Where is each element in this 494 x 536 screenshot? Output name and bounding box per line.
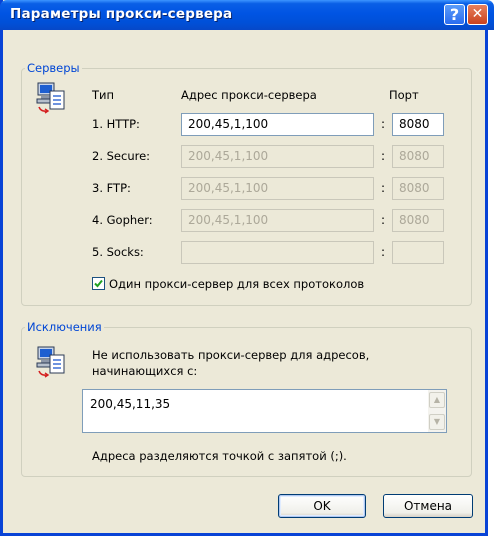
gopher-separator: : — [381, 213, 386, 227]
servers-legend: Серверы — [25, 61, 82, 75]
help-icon: ? — [449, 5, 460, 24]
checkmark-icon — [94, 279, 103, 288]
exceptions-hint: Адреса разделяются точкой с запятой (;). — [92, 449, 347, 463]
computer-network-icon — [36, 346, 65, 378]
column-header-type: Тип — [92, 88, 115, 102]
exceptions-value: 200,45,11,35 — [90, 397, 171, 411]
same-proxy-checkbox[interactable] — [92, 277, 105, 290]
close-icon: ✕ — [471, 6, 484, 22]
secure-label: 2. Secure: — [92, 149, 151, 163]
http-label: 1. HTTP: — [92, 117, 140, 131]
column-header-port: Порт — [389, 88, 419, 102]
scroll-down-icon[interactable]: ▼ — [429, 414, 445, 430]
secure-separator: : — [381, 149, 386, 163]
gopher-address-input[interactable]: 200,45,1,100 — [181, 209, 374, 232]
secure-address-input[interactable]: 200,45,1,100 — [181, 145, 374, 168]
http-separator: : — [381, 117, 386, 131]
secure-port-input[interactable]: 8080 — [392, 145, 444, 168]
socks-label: 5. Socks: — [92, 245, 144, 259]
close-button[interactable]: ✕ — [467, 4, 488, 25]
exceptions-description-line1: Не использовать прокси-сервер для адресо… — [92, 348, 370, 362]
socks-separator: : — [381, 245, 386, 259]
column-header-address: Адрес прокси-сервера — [181, 88, 317, 102]
http-port-input[interactable]: 8080 — [392, 113, 444, 136]
ftp-port-input[interactable]: 8080 — [392, 177, 444, 200]
title-bar[interactable]: Параметры прокси-сервера ? ✕ — [0, 0, 494, 30]
gopher-label: 4. Gopher: — [92, 213, 153, 227]
computer-network-icon — [36, 82, 65, 114]
cancel-button[interactable]: Отмена — [383, 494, 473, 518]
ftp-label: 3. FTP: — [92, 181, 131, 195]
ftp-address-input[interactable]: 200,45,1,100 — [181, 177, 374, 200]
gopher-port-input[interactable]: 8080 — [392, 209, 444, 232]
window-title: Параметры прокси-сервера — [10, 6, 233, 22]
exceptions-description-line2: начинающихся с: — [92, 364, 198, 378]
ok-button[interactable]: OK — [278, 494, 366, 518]
scroll-up-icon[interactable]: ▲ — [429, 392, 445, 408]
same-proxy-label[interactable]: Один прокси-сервер для всех протоколов — [109, 277, 364, 291]
exceptions-input[interactable]: 200,45,11,35 ▲ ▼ — [82, 389, 447, 433]
help-button[interactable]: ? — [444, 4, 465, 25]
socks-port-input[interactable] — [392, 241, 444, 264]
ftp-separator: : — [381, 181, 386, 195]
exceptions-legend: Исключения — [25, 320, 104, 334]
http-address-input[interactable]: 200,45,1,100 — [181, 113, 374, 136]
socks-address-input[interactable] — [181, 241, 374, 264]
exceptions-scrollbar[interactable]: ▲ ▼ — [428, 390, 446, 432]
